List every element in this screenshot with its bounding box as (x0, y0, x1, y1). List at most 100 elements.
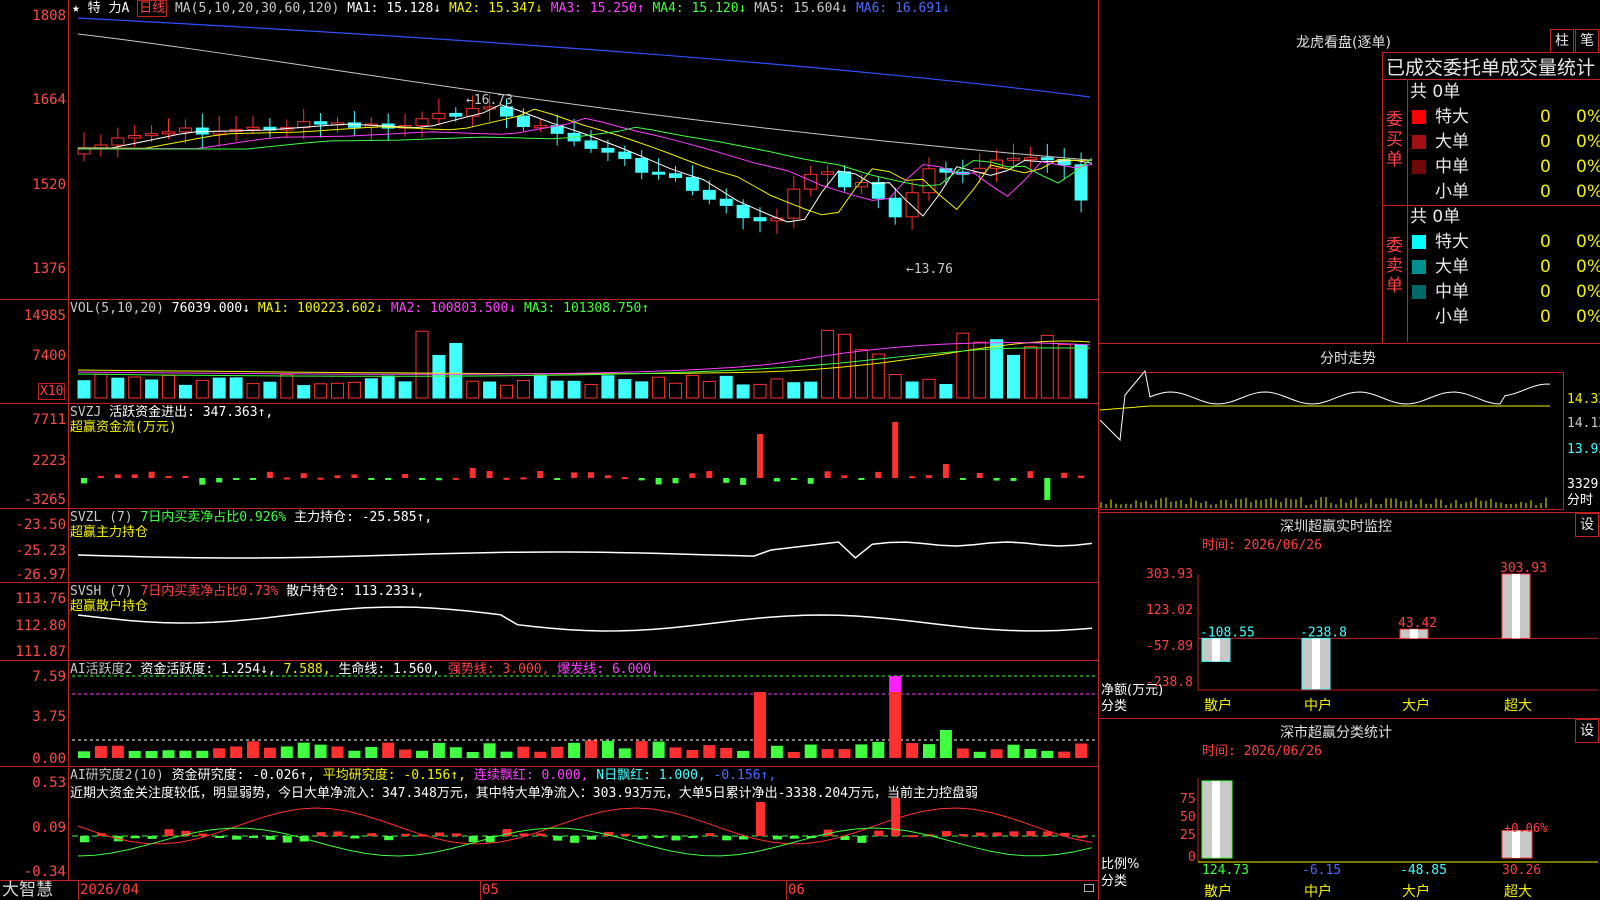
sell-row-count: 0 (1540, 307, 1551, 327)
research-bar (654, 836, 664, 838)
fund-flow-bar (942, 464, 949, 478)
research-bar (1026, 831, 1036, 836)
candle (838, 171, 851, 188)
volume-bar (246, 383, 260, 399)
candle (635, 157, 649, 173)
fund-flow-bar (638, 478, 645, 481)
activity-bar (754, 692, 766, 758)
sell-row-name: 中单 (1435, 282, 1469, 302)
volume-bar (584, 383, 598, 399)
volume-bar (702, 380, 716, 399)
activity-bar (838, 749, 851, 758)
activity-bar (686, 749, 699, 758)
dragon-tiger-title: 龙虎看盘(逐单) (1296, 35, 1391, 51)
activity-bar (923, 744, 935, 758)
fund-flow-bar (790, 478, 797, 480)
fund-flow-bar (604, 475, 611, 478)
candle (432, 112, 446, 120)
volume-bar (263, 381, 277, 399)
volume-bar (770, 378, 784, 399)
fund-flow-bar (368, 478, 375, 480)
candle (314, 121, 328, 125)
sz-monitor-time: 时间: 2026/06/26 (1202, 538, 1322, 553)
volume-bar (567, 380, 581, 399)
class-category-label: 大户 (1402, 883, 1430, 900)
research-bar (468, 836, 478, 842)
sz-class-settings-button[interactable]: 设 (1575, 719, 1599, 743)
fund-flow-bar (266, 471, 273, 478)
monitor-value-label: 303.93 (1500, 561, 1547, 576)
tab-title[interactable]: 已成交委托单成交量统计 (1386, 53, 1598, 80)
buy-section-label: 委买单 (1386, 110, 1403, 170)
pen-view-button[interactable]: 笔 (1575, 29, 1599, 53)
intraday-unit: 分时 (1567, 493, 1594, 508)
activity-bar (770, 745, 783, 758)
fund-flow-bar (976, 473, 983, 478)
sz-monitor-settings-button[interactable]: 设 (1575, 513, 1599, 537)
volume-bar (145, 379, 159, 399)
fund-flow-bar (926, 475, 932, 478)
fund-flow-bar (199, 478, 206, 485)
fund-flow-bar (571, 472, 578, 478)
fund-flow-bar (114, 474, 121, 478)
vol-ma3-line (77, 347, 1091, 377)
activity-bar (297, 742, 310, 758)
intraday-title: 分时走势 (1320, 351, 1376, 367)
research-bar (1009, 831, 1019, 836)
volume-bar (500, 384, 513, 399)
sell-row-count: 0 (1540, 282, 1551, 302)
research-bar (215, 836, 225, 838)
candle (195, 127, 209, 135)
volume-bar (669, 382, 682, 399)
volume-bar (364, 378, 378, 399)
class-bar (1201, 780, 1233, 859)
candle (415, 118, 429, 127)
monitor-category-label: 中户 (1304, 697, 1332, 714)
fund-flow-bar (1044, 478, 1051, 500)
activity-bar (483, 743, 496, 758)
label-column-divider (1407, 80, 1408, 342)
class-value-label: -48.85 (1400, 863, 1447, 878)
sz-class-axis-label: 50 (1180, 810, 1196, 825)
ma1-line (78, 104, 1093, 223)
candle (533, 125, 547, 129)
research-bar (891, 798, 901, 836)
monitor-bar-highlight (1410, 629, 1418, 639)
monitor-category-label: 大户 (1402, 697, 1430, 714)
activity-bar (179, 750, 192, 758)
class-value-label: 30.26 (1502, 863, 1541, 878)
main-holding-line (77, 541, 1093, 559)
candle (669, 173, 682, 178)
volume-bar (685, 374, 699, 399)
volume-bar (178, 384, 192, 399)
fund-flow-bar (621, 477, 628, 480)
volume-bar (195, 379, 209, 399)
research-bar (333, 831, 343, 836)
fund-flow-bar (503, 477, 510, 480)
research-bar (975, 832, 985, 836)
bar-view-button[interactable]: 柱 (1550, 29, 1574, 53)
fund-flow-bar (283, 477, 290, 480)
candle (719, 198, 733, 206)
fund-flow-bar (131, 474, 138, 478)
activity-bar (804, 744, 817, 758)
stock-chart-canvas[interactable] (0, 0, 1098, 900)
activity-bar (449, 747, 462, 758)
sz-class-title: 深市超赢分类统计 (1280, 725, 1392, 741)
candle (1023, 157, 1037, 161)
fund-flow-bar (588, 472, 594, 478)
volume-bar (111, 377, 125, 399)
activity-bar (230, 746, 243, 758)
activity-bar (1007, 744, 1020, 758)
volume-bar (128, 376, 142, 399)
research-bar (401, 833, 411, 836)
fund-flow-bar (1010, 478, 1017, 481)
volume-bar (212, 377, 226, 399)
intraday-frame[interactable] (1099, 372, 1564, 510)
fund-flow-bar (554, 478, 561, 480)
activity-bar (213, 748, 226, 758)
activity-bar (703, 745, 716, 758)
fund-flow-bar (892, 422, 899, 478)
buy-row-name: 特大 (1435, 107, 1469, 127)
candle (905, 192, 919, 218)
